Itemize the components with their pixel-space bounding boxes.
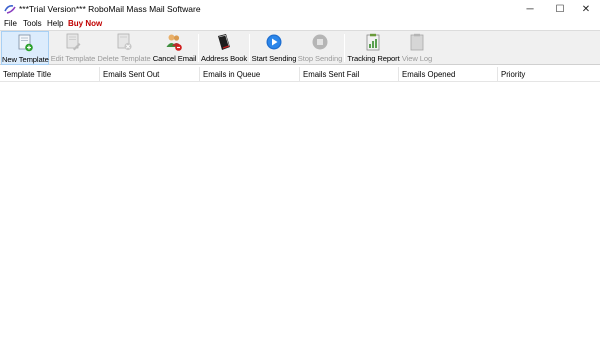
window-title: ***Trial Version*** RoboMail Mass Mail S… [19,4,201,14]
new-template-icon [18,34,33,52]
view-log-button[interactable]: View Log [400,31,434,65]
menu-tools[interactable]: Tools [23,19,42,28]
delete-template-icon [117,33,132,51]
view-log-label: View Log [401,54,433,63]
templates-grid-body[interactable] [0,82,600,352]
menu-buy-now[interactable]: Buy Now [68,19,102,28]
start-sending-label: Start Sending [251,54,297,63]
column-header-label: Emails Opened [402,70,456,79]
delete-template-button[interactable]: Delete Template [96,31,152,65]
maximize-button[interactable]: ☐ [546,0,574,18]
report-icon [366,33,380,51]
toolbar: New Template Edit Template Delete Templa… [0,30,600,65]
column-header-template-title[interactable]: Template Title [0,67,100,82]
stop-sending-button[interactable]: Stop Sending [297,31,343,65]
column-header-emails-sent-fail[interactable]: Emails Sent Fail [300,67,399,82]
close-button[interactable]: ✕ [572,0,600,18]
address-book-icon [218,34,230,50]
app-logo-icon [4,5,16,14]
new-template-button[interactable]: New Template [1,31,49,65]
column-header-emails-opened[interactable]: Emails Opened [399,67,498,82]
new-template-label: New Template [2,55,49,64]
stop-sending-label: Stop Sending [297,54,343,63]
templates-grid-header: Template Title Emails Sent Out Emails in… [0,67,600,82]
toolbar-separator [344,34,345,62]
address-book-label: Address Book [201,54,248,63]
stop-icon [312,34,328,50]
edit-template-button[interactable]: Edit Template [50,31,96,65]
toolbar-separator [249,34,250,62]
edit-template-icon [66,33,81,51]
column-header-label: Priority [501,70,526,79]
minimize-button[interactable]: ─ [516,0,544,18]
column-header-label: Emails Sent Fail [303,70,360,79]
cancel-email-label: Cancel Email [152,54,197,63]
tracking-report-button[interactable]: Tracking Report [347,31,400,65]
column-header-emails-sent-out[interactable]: Emails Sent Out [100,67,200,82]
menu-help[interactable]: Help [47,19,63,28]
cancel-email-icon [166,34,182,51]
delete-template-label: Delete Template [97,54,151,63]
address-book-button[interactable]: Address Book [201,31,247,65]
toolbar-separator [198,34,199,62]
column-header-emails-in-queue[interactable]: Emails in Queue [200,67,300,82]
clipboard-icon [410,33,424,51]
title-bar: ***Trial Version*** RoboMail Mass Mail S… [0,0,600,18]
column-header-priority[interactable]: Priority [498,67,600,82]
column-header-label: Emails in Queue [203,70,261,79]
tracking-report-label: Tracking Report [347,54,400,63]
menu-file[interactable]: File [4,19,17,28]
menu-bar: File Tools Help Buy Now [0,18,600,30]
column-header-label: Emails Sent Out [103,70,160,79]
play-icon [266,34,282,50]
column-header-label: Template Title [3,70,52,79]
edit-template-label: Edit Template [50,54,96,63]
start-sending-button[interactable]: Start Sending [251,31,297,65]
cancel-email-button[interactable]: Cancel Email [152,31,197,65]
